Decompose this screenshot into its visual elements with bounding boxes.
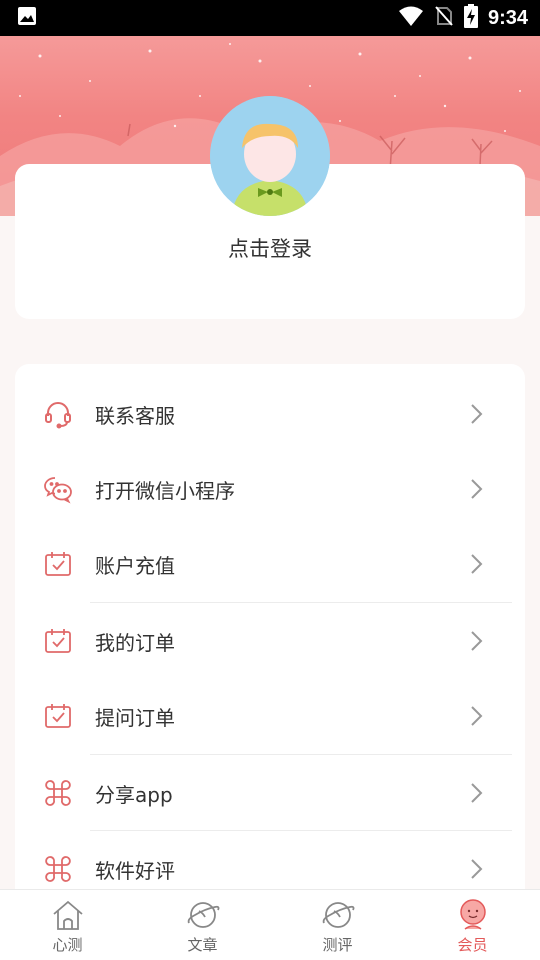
planet-icon: [320, 897, 356, 933]
menu-item-label: 打开微信小程序: [95, 478, 235, 503]
calendar-check-icon: [43, 626, 73, 656]
command-icon: [43, 854, 73, 884]
nav-label: 会员: [457, 936, 488, 954]
nav-label: 测评: [322, 936, 353, 954]
menu-item-label: 联系客服: [95, 403, 175, 428]
chevron-right-icon: [467, 704, 487, 728]
nav-label: 文章: [187, 936, 218, 954]
bottom-nav: 心测 文章 测评 会员: [0, 889, 540, 960]
battery-charging-icon: [463, 4, 478, 32]
avatar-icon[interactable]: [210, 96, 330, 216]
nav-tab-articles[interactable]: 文章: [135, 890, 270, 960]
calendar-check-icon: [43, 549, 73, 579]
wifi-icon: [398, 5, 424, 31]
menu-item-label: 提问订单: [95, 705, 175, 730]
status-bar: 9:34: [0, 0, 540, 36]
nav-tab-xince[interactable]: 心测: [0, 890, 135, 960]
planet-icon: [185, 897, 221, 933]
chevron-right-icon: [467, 629, 487, 653]
menu-item-label: 分享app: [95, 782, 173, 807]
menu-item-label: 我的订单: [95, 630, 175, 655]
command-icon: [43, 778, 73, 808]
menu-item-contact-service[interactable]: 联系客服: [15, 376, 525, 452]
member-face-icon: [455, 897, 491, 933]
chevron-right-icon: [467, 402, 487, 426]
menu-item-my-orders[interactable]: 我的订单: [15, 603, 525, 679]
menu-item-account-recharge[interactable]: 账户充值: [15, 526, 525, 602]
headset-icon: [43, 399, 73, 429]
menu-item-label: 软件好评: [95, 858, 175, 883]
calendar-check-icon: [43, 701, 73, 731]
nav-label: 心测: [52, 936, 83, 954]
login-prompt[interactable]: 点击登录: [15, 233, 525, 263]
nav-tab-assessment[interactable]: 测评: [270, 890, 405, 960]
status-time: 9:34: [487, 6, 528, 29]
menu-item-label: 账户充值: [95, 553, 175, 578]
wechat-icon: [43, 474, 73, 504]
no-sim-icon: [434, 5, 454, 31]
menu-item-wechat-miniprogram[interactable]: 打开微信小程序: [15, 451, 525, 527]
menu-item-share-app[interactable]: 分享app: [15, 755, 525, 831]
house-icon: [50, 897, 86, 933]
nav-tab-member[interactable]: 会员: [405, 890, 540, 960]
image-icon: [16, 5, 38, 31]
chevron-right-icon: [467, 552, 487, 576]
menu-item-question-orders[interactable]: 提问订单: [15, 678, 525, 754]
chevron-right-icon: [467, 477, 487, 501]
chevron-right-icon: [467, 857, 487, 881]
chevron-right-icon: [467, 781, 487, 805]
